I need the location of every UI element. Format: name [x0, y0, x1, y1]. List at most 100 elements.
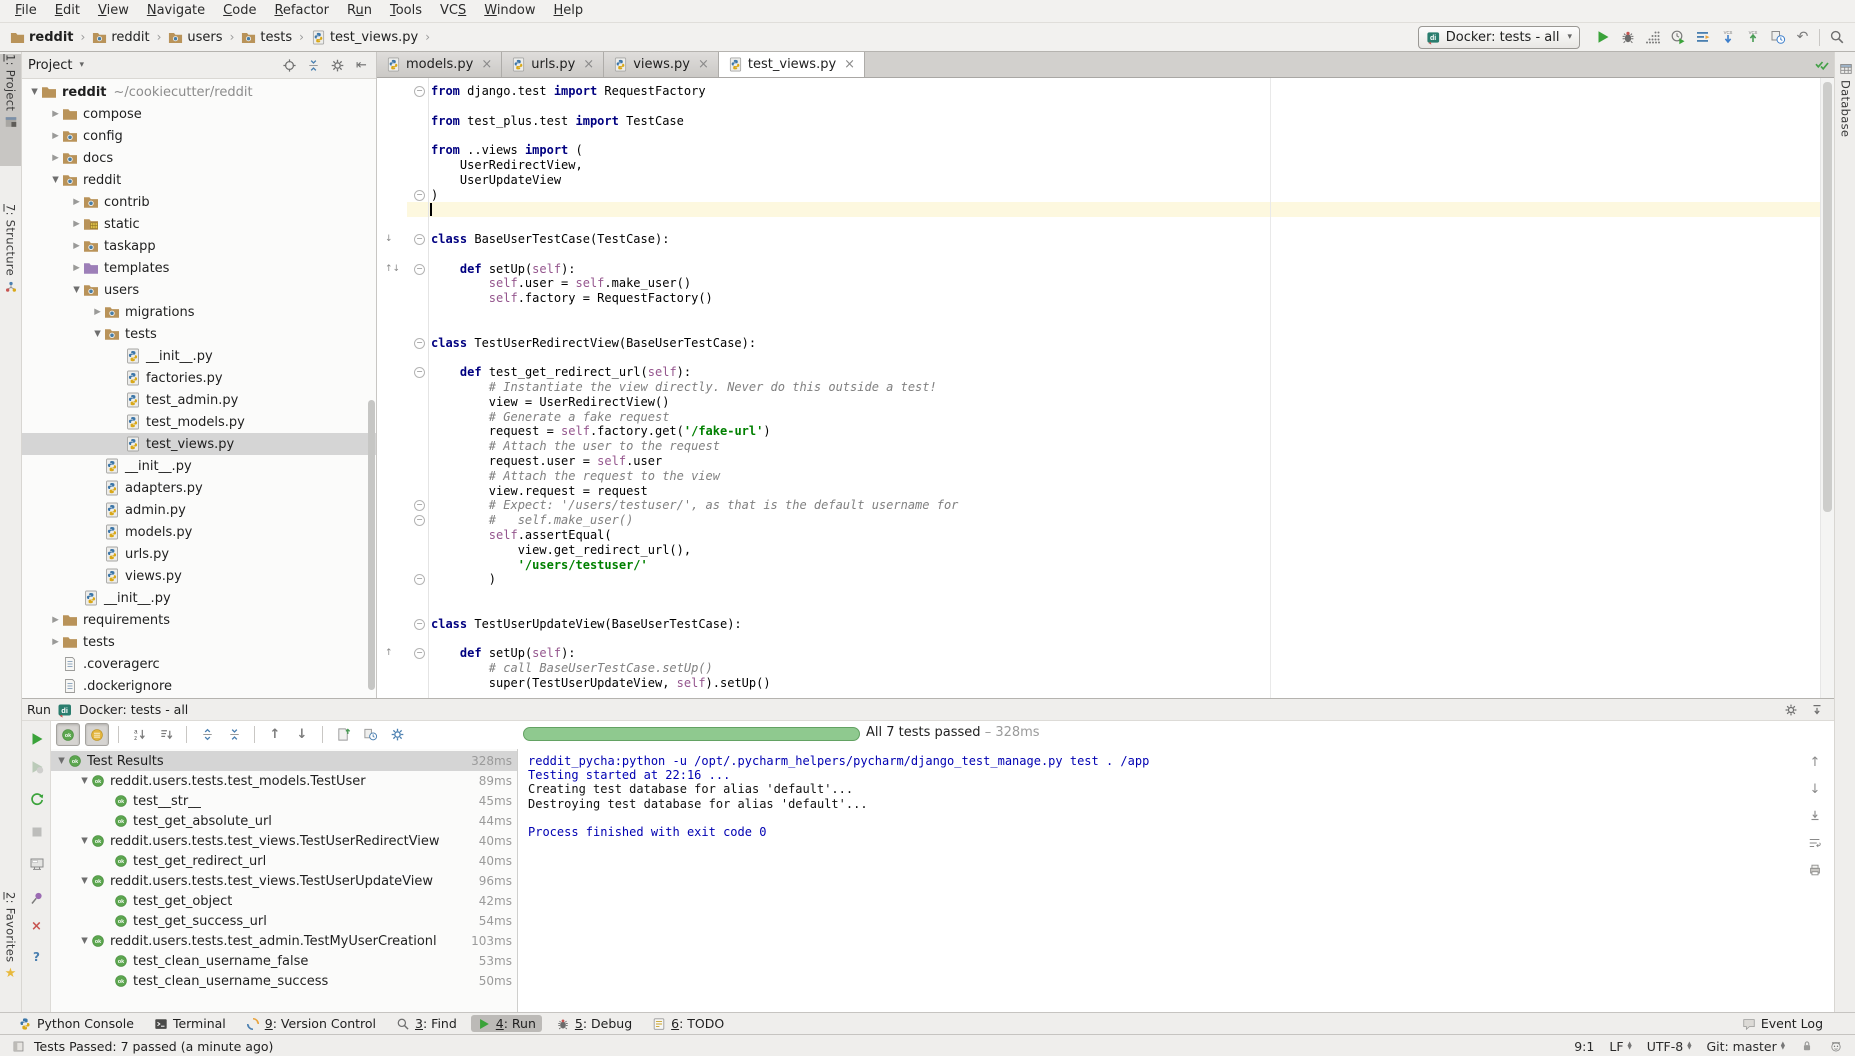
editor[interactable]: −−−−−−−−−−−↓↑↓↑ from django.test import …: [377, 78, 1834, 698]
breadcrumb-item[interactable]: tests: [241, 30, 292, 45]
import-tests-icon[interactable]: [332, 724, 354, 745]
vcs-commit-icon[interactable]: VCS: [1740, 26, 1765, 49]
test-tree-row[interactable]: oktest_get_success_url54ms: [51, 911, 517, 931]
status-widget-git-master[interactable]: Git: master▲▼: [1706, 1039, 1785, 1054]
status-widget-9-1[interactable]: 9:1: [1574, 1039, 1594, 1054]
override-marker-icon[interactable]: ↑: [385, 648, 393, 658]
tree-item[interactable]: test_admin.py: [22, 389, 376, 411]
fold-marker-icon[interactable]: −: [414, 338, 425, 349]
test-tree-row[interactable]: ▼okreddit.users.tests.test_admin.TestMyU…: [51, 931, 517, 951]
test-tree-row[interactable]: oktest_clean_username_false53ms: [51, 951, 517, 971]
expanded-arrow-icon[interactable]: ▼: [78, 776, 91, 786]
tab-models-py[interactable]: models.py×: [377, 52, 502, 77]
tab-urls-py[interactable]: urls.py×: [502, 52, 604, 77]
tab-close-icon[interactable]: ×: [481, 57, 492, 72]
menu-window[interactable]: Window: [475, 0, 544, 22]
test-tree-row[interactable]: oktest_get_absolute_url44ms: [51, 811, 517, 831]
soft-wrap-icon[interactable]: [1806, 835, 1824, 851]
fold-marker-icon[interactable]: −: [414, 648, 425, 659]
collapsed-arrow-icon[interactable]: ▶: [49, 615, 62, 625]
tree-item[interactable]: __init__.py: [22, 345, 376, 367]
collapsed-arrow-icon[interactable]: ▶: [91, 307, 104, 317]
pin-icon[interactable]: [28, 889, 45, 906]
breadcrumb-item[interactable]: users: [168, 30, 222, 45]
tree-item[interactable]: ▼tests: [22, 323, 376, 345]
fold-marker-icon[interactable]: −: [414, 500, 425, 511]
tree-item[interactable]: ▶requirements: [22, 609, 376, 631]
expanded-arrow-icon[interactable]: ▼: [49, 175, 62, 185]
override-marker-icon[interactable]: ↑↓: [385, 264, 400, 274]
menu-code[interactable]: Code: [214, 0, 265, 22]
test-tree-row[interactable]: ▼okTest Results328ms: [51, 751, 517, 771]
tree-item[interactable]: adapters.py: [22, 477, 376, 499]
expanded-arrow-icon[interactable]: ▼: [28, 87, 41, 97]
fold-marker-icon[interactable]: −: [414, 515, 425, 526]
tree-item[interactable]: .dockerignore: [22, 675, 376, 697]
search-icon[interactable]: [1824, 26, 1849, 49]
tool-button-python-console[interactable]: Python Console: [12, 1015, 140, 1032]
stripe-tab-1-project[interactable]: 1: Project: [0, 54, 21, 166]
tree-item[interactable]: ▶taskapp: [22, 235, 376, 257]
vcs-update-icon[interactable]: VCS: [1715, 26, 1740, 49]
tree-item[interactable]: ▶docs: [22, 147, 376, 169]
stop-icon[interactable]: [28, 823, 45, 840]
concurrency-icon[interactable]: [1690, 26, 1715, 49]
sort-duration-icon[interactable]: [155, 724, 177, 745]
collapsed-arrow-icon[interactable]: ▶: [70, 219, 83, 229]
stripe-tab-database[interactable]: Database: [1835, 58, 1855, 137]
profiler-icon[interactable]: [1665, 26, 1690, 49]
tree-item[interactable]: views.py: [22, 565, 376, 587]
breadcrumb-item[interactable]: reddit: [10, 30, 74, 45]
stripe-tab-7-structure[interactable]: 7: Structure: [0, 204, 21, 340]
rerun-icon[interactable]: [28, 730, 45, 747]
scroll-end-icon[interactable]: [1806, 808, 1824, 824]
status-widget-utf-8[interactable]: UTF-8▲▼: [1647, 1039, 1692, 1054]
tree-item[interactable]: ▶contrib: [22, 191, 376, 213]
inspections-ok-icon[interactable]: [1814, 56, 1830, 72]
run-config-selector[interactable]: diDocker: tests - all▾: [1418, 26, 1580, 49]
local-history-icon[interactable]: [1765, 26, 1790, 49]
expanded-arrow-icon[interactable]: ▼: [78, 936, 91, 946]
tree-item[interactable]: ▶migrations: [22, 301, 376, 323]
subclassed-marker-icon[interactable]: ↓: [385, 234, 393, 244]
code-area[interactable]: from django.test import RequestFactory f…: [429, 78, 1821, 698]
rollback-icon[interactable]: ↶: [1790, 26, 1815, 49]
test-tree-row[interactable]: ▼okreddit.users.tests.test_models.TestUs…: [51, 771, 517, 791]
next-failed-icon[interactable]: ↓: [291, 724, 313, 745]
settings-icon[interactable]: [327, 55, 348, 75]
tool-button-5-debug[interactable]: 5: Debug: [550, 1015, 638, 1032]
test-tree-row[interactable]: oktest__str__45ms: [51, 791, 517, 811]
expanded-arrow-icon[interactable]: ▼: [78, 876, 91, 886]
scroll-up-icon[interactable]: ↑: [1806, 754, 1824, 770]
scrollbar-thumb[interactable]: [1823, 82, 1832, 512]
tree-item[interactable]: ▶templates: [22, 257, 376, 279]
collapsed-arrow-icon[interactable]: ▶: [70, 263, 83, 273]
status-widget-lf[interactable]: LF▲▼: [1609, 1039, 1631, 1054]
tree-item[interactable]: ▶static: [22, 213, 376, 235]
test-tree-row[interactable]: ▼okreddit.users.tests.test_views.TestUse…: [51, 871, 517, 891]
run-console[interactable]: reddit_pycha:python -u /opt/.pycharm_hel…: [517, 749, 1798, 1013]
tab-close-icon[interactable]: ×: [698, 57, 709, 72]
show-ignored-toggle[interactable]: [85, 723, 109, 746]
tree-item[interactable]: ▼users: [22, 279, 376, 301]
menu-run[interactable]: Run: [338, 0, 381, 22]
run-icon[interactable]: [1590, 26, 1615, 49]
fold-marker-icon[interactable]: −: [414, 264, 425, 275]
menu-refactor[interactable]: Refactor: [265, 0, 338, 22]
tab-views-py[interactable]: views.py×: [604, 52, 719, 77]
tree-item[interactable]: __init__.py: [22, 587, 376, 609]
fold-marker-icon[interactable]: −: [414, 367, 425, 378]
show-passed-toggle[interactable]: ok: [56, 723, 80, 746]
prev-failed-icon[interactable]: ↑: [264, 724, 286, 745]
collapsed-arrow-icon[interactable]: ▶: [49, 637, 62, 647]
test-tree-row[interactable]: oktest_clean_username_success50ms: [51, 971, 517, 991]
chevron-down-icon[interactable]: ▾: [79, 60, 84, 70]
tree-item[interactable]: ▶tests: [22, 631, 376, 653]
collapsed-arrow-icon[interactable]: ▶: [49, 153, 62, 163]
tree-item[interactable]: ▶compose: [22, 103, 376, 125]
breadcrumb-item[interactable]: reddit: [92, 30, 149, 45]
editor-scrollbar[interactable]: [1820, 78, 1834, 698]
expanded-arrow-icon[interactable]: ▼: [55, 756, 68, 766]
menu-file[interactable]: File: [6, 0, 46, 22]
locate-icon[interactable]: [279, 55, 300, 75]
